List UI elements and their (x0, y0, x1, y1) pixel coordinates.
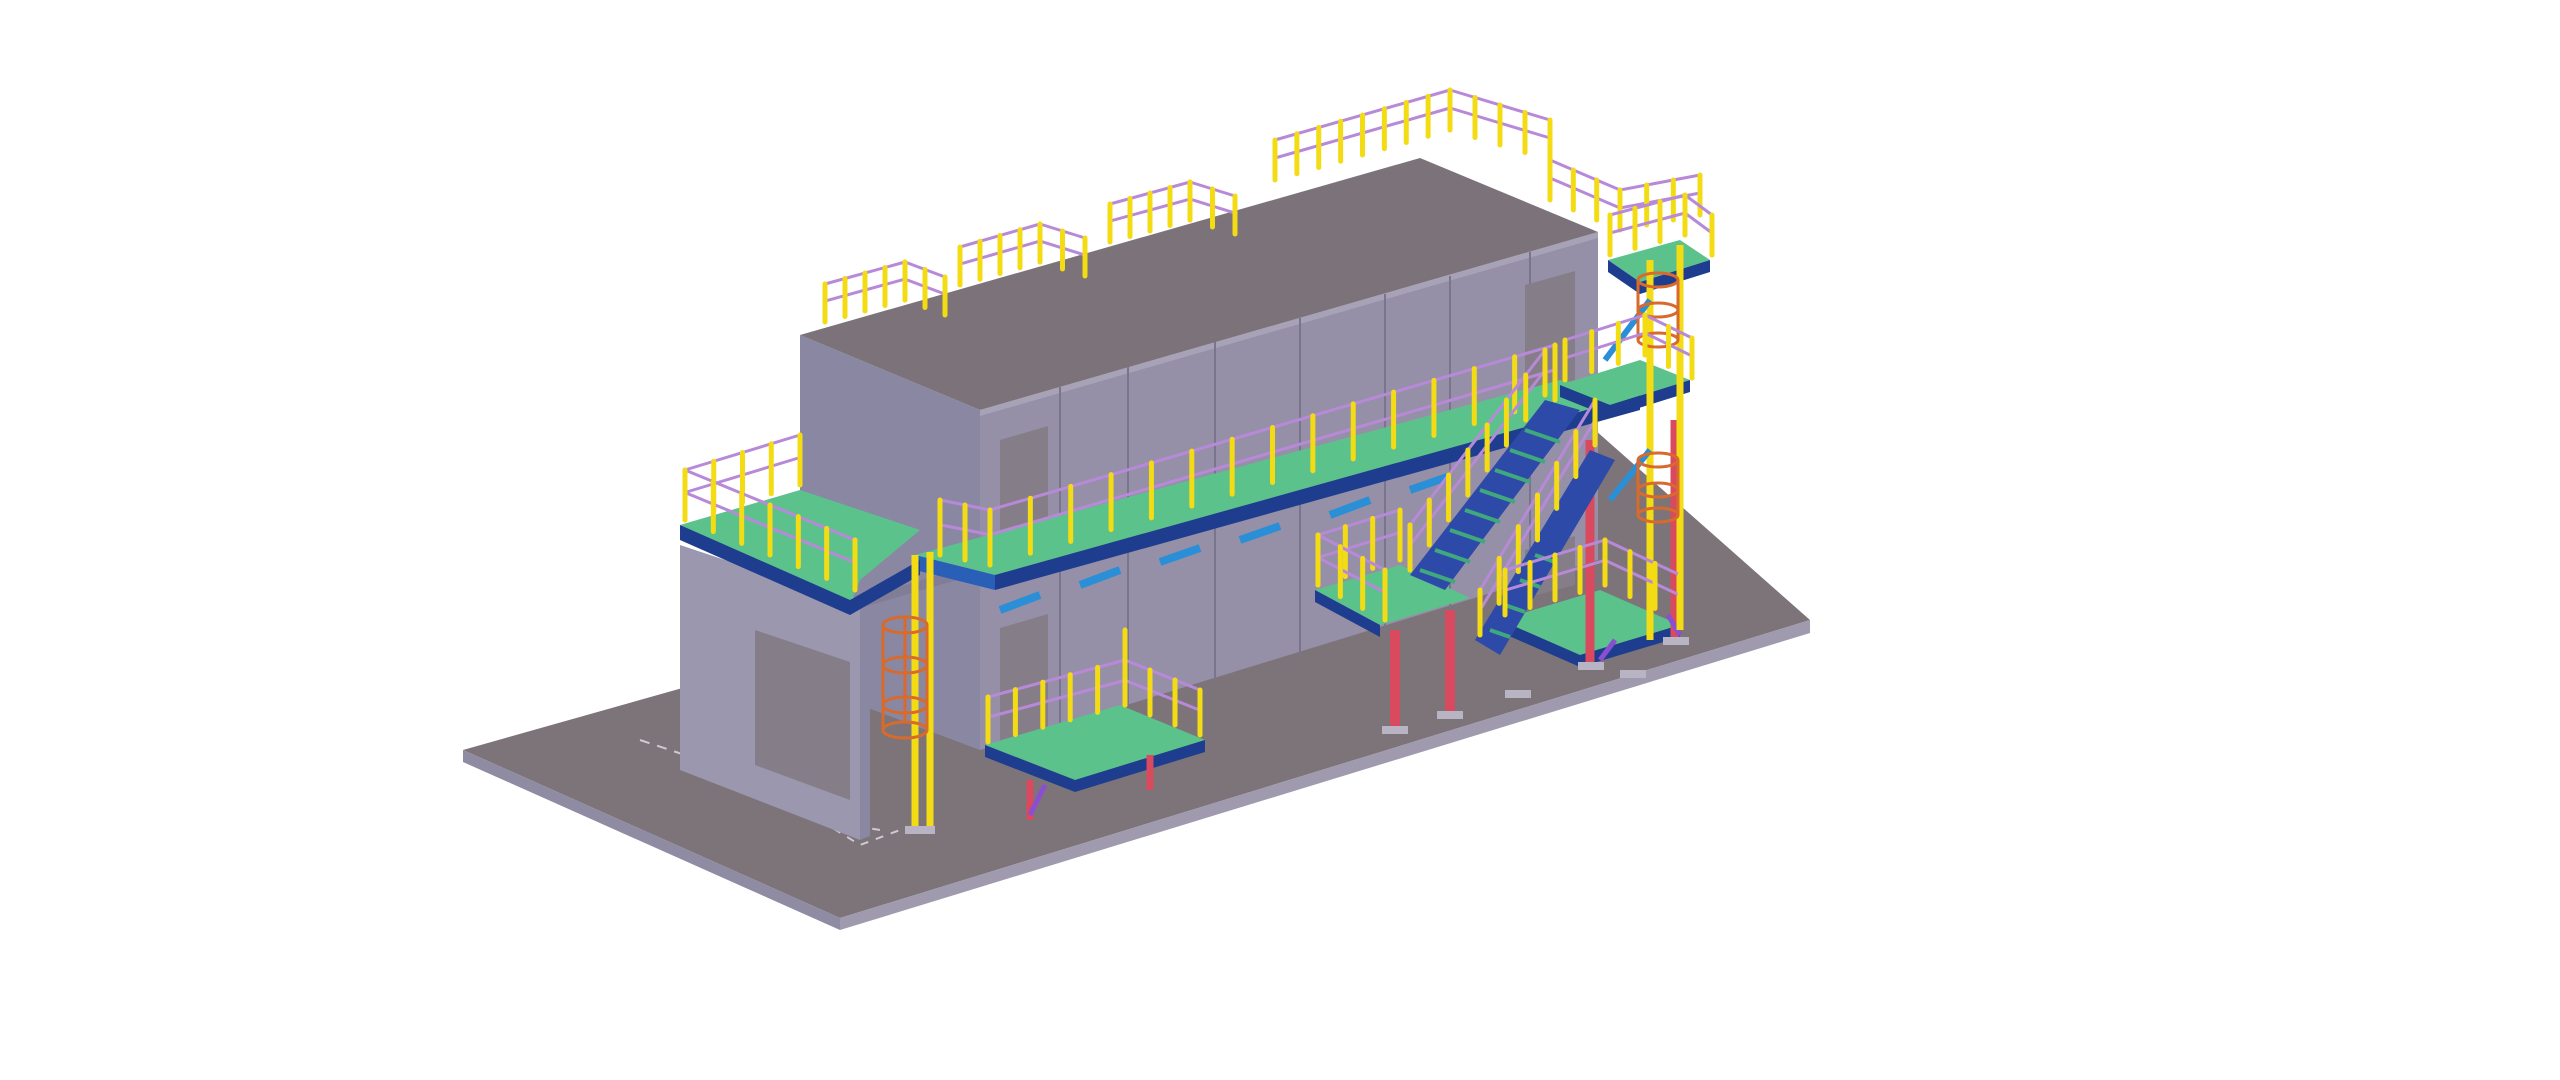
landing-base-2 (1663, 637, 1689, 645)
plant-structure-model (463, 87, 1810, 930)
ladder-left-base (905, 826, 935, 834)
roof-rail-9-top-rail (1618, 173, 1702, 192)
landing-base (1578, 662, 1604, 670)
model-viewport[interactable] (0, 0, 2560, 1080)
roof-rail-8-mid-rail (1548, 176, 1622, 210)
roof-rail-8-top-rail (1548, 158, 1622, 192)
lp-base-2 (1437, 711, 1463, 719)
